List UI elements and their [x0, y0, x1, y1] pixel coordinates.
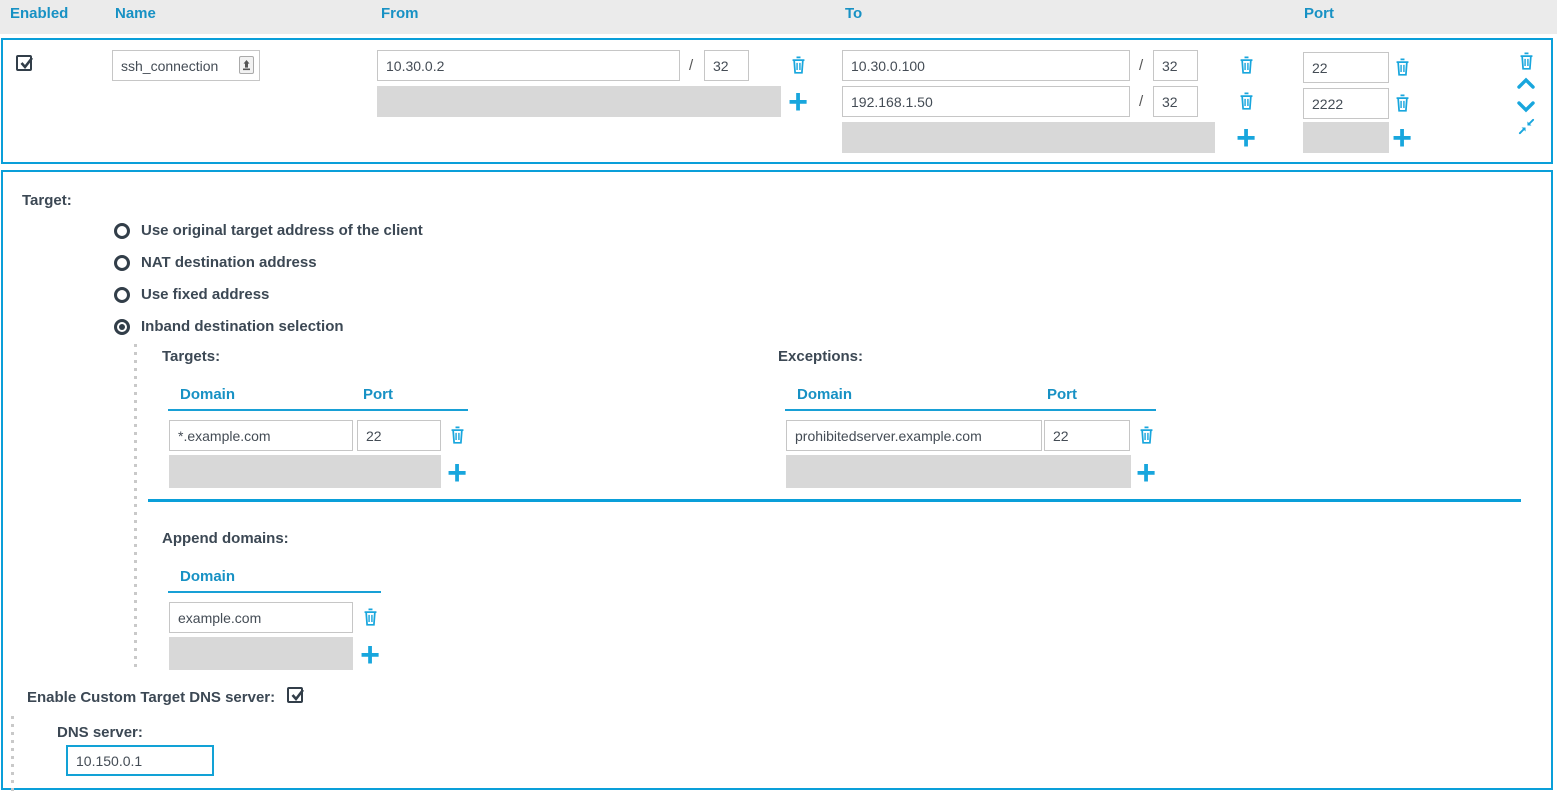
targets-new-row-placeholder — [169, 455, 441, 488]
targets-port-input[interactable] — [357, 420, 441, 451]
exceptions-new-row-placeholder — [786, 455, 1131, 488]
exceptions-delete-button[interactable] — [1136, 424, 1156, 446]
checkmark-icon — [289, 686, 307, 704]
exceptions-label: Exceptions: — [778, 348, 863, 365]
to-address-input-2[interactable] — [842, 86, 1130, 117]
radio-icon — [114, 255, 130, 271]
from-address-input[interactable] — [377, 50, 680, 81]
targets-label: Targets: — [162, 348, 220, 365]
exceptions-domain-header: Domain — [797, 386, 852, 403]
to-delete-button-2[interactable] — [1236, 90, 1256, 112]
targets-add-button[interactable]: + — [444, 458, 470, 488]
port-input-2[interactable] — [1303, 88, 1389, 119]
exceptions-header-underline — [785, 409, 1156, 411]
port-delete-button-1[interactable] — [1392, 56, 1412, 78]
column-header-enabled: Enabled — [10, 5, 68, 22]
to-prefix-input-2[interactable] — [1153, 86, 1198, 117]
autofill-icon[interactable] — [239, 56, 254, 74]
name-input[interactable] — [112, 50, 260, 81]
column-header-name: Name — [115, 5, 156, 22]
checkmark-icon — [18, 54, 36, 72]
port-delete-button-2[interactable] — [1392, 92, 1412, 114]
indent-guide — [11, 716, 14, 792]
dns-enabled-checkbox[interactable] — [287, 687, 303, 703]
radio-selected-icon — [114, 319, 130, 335]
append-domain-input[interactable] — [169, 602, 353, 633]
to-prefix-input-1[interactable] — [1153, 50, 1198, 81]
row-collapse-button[interactable] — [1516, 117, 1536, 139]
from-prefix-input[interactable] — [704, 50, 749, 81]
targets-delete-button[interactable] — [447, 424, 467, 446]
targets-port-header: Port — [363, 386, 393, 403]
cidr-separator: / — [1139, 93, 1143, 110]
chevron-down-icon — [1516, 99, 1536, 114]
collapse-icon — [1517, 117, 1536, 136]
row-delete-button[interactable] — [1516, 50, 1536, 72]
to-add-button[interactable]: + — [1233, 123, 1259, 153]
connection-row: / + / / + + — [1, 38, 1553, 164]
section-separator — [148, 499, 1521, 502]
radio-use-fixed-address[interactable]: Use fixed address — [114, 286, 269, 303]
targets-header-underline — [168, 409, 468, 411]
targets-domain-header: Domain — [180, 386, 235, 403]
append-domain-header: Domain — [180, 568, 235, 585]
radio-icon — [114, 223, 130, 239]
exceptions-port-input[interactable] — [1044, 420, 1130, 451]
cidr-separator: / — [689, 57, 693, 74]
append-new-row-placeholder — [169, 637, 353, 670]
column-header-port: Port — [1304, 5, 1334, 22]
exceptions-add-button[interactable]: + — [1133, 458, 1159, 488]
append-header-underline — [168, 591, 381, 593]
port-add-button[interactable]: + — [1389, 123, 1415, 153]
from-new-row-placeholder — [377, 86, 781, 117]
to-address-input-1[interactable] — [842, 50, 1130, 81]
radio-inband-destination[interactable]: Inband destination selection — [114, 318, 344, 335]
dns-server-label: DNS server: — [57, 724, 143, 741]
row-move-up-button[interactable] — [1516, 74, 1536, 96]
append-add-button[interactable]: + — [357, 640, 383, 670]
dns-server-input[interactable] — [66, 745, 214, 776]
target-section: Target: Use original target address of t… — [1, 170, 1553, 790]
radio-icon — [114, 287, 130, 303]
target-label: Target: — [22, 192, 72, 209]
append-domains-label: Append domains: — [162, 530, 289, 547]
column-header-to: To — [845, 5, 862, 22]
port-new-row-placeholder — [1303, 122, 1389, 153]
radio-use-original-target[interactable]: Use original target address of the clien… — [114, 222, 423, 239]
radio-nat-destination[interactable]: NAT destination address — [114, 254, 317, 271]
to-new-row-placeholder — [842, 122, 1215, 153]
to-delete-button-1[interactable] — [1236, 54, 1256, 76]
dns-enable-label: Enable Custom Target DNS server: — [27, 689, 275, 706]
exceptions-domain-input[interactable] — [786, 420, 1042, 451]
enabled-checkbox[interactable] — [16, 55, 32, 71]
append-delete-button[interactable] — [360, 606, 380, 628]
from-delete-button[interactable] — [788, 54, 808, 76]
column-header-from: From — [381, 5, 419, 22]
row-move-down-button[interactable] — [1516, 97, 1536, 119]
indent-guide — [134, 344, 137, 670]
from-add-button[interactable]: + — [785, 87, 811, 117]
chevron-up-icon — [1516, 76, 1536, 91]
cidr-separator: / — [1139, 57, 1143, 74]
exceptions-port-header: Port — [1047, 386, 1077, 403]
table-header-bar: Enabled Name From To Port — [0, 0, 1557, 34]
targets-domain-input[interactable] — [169, 420, 353, 451]
port-input-1[interactable] — [1303, 52, 1389, 83]
